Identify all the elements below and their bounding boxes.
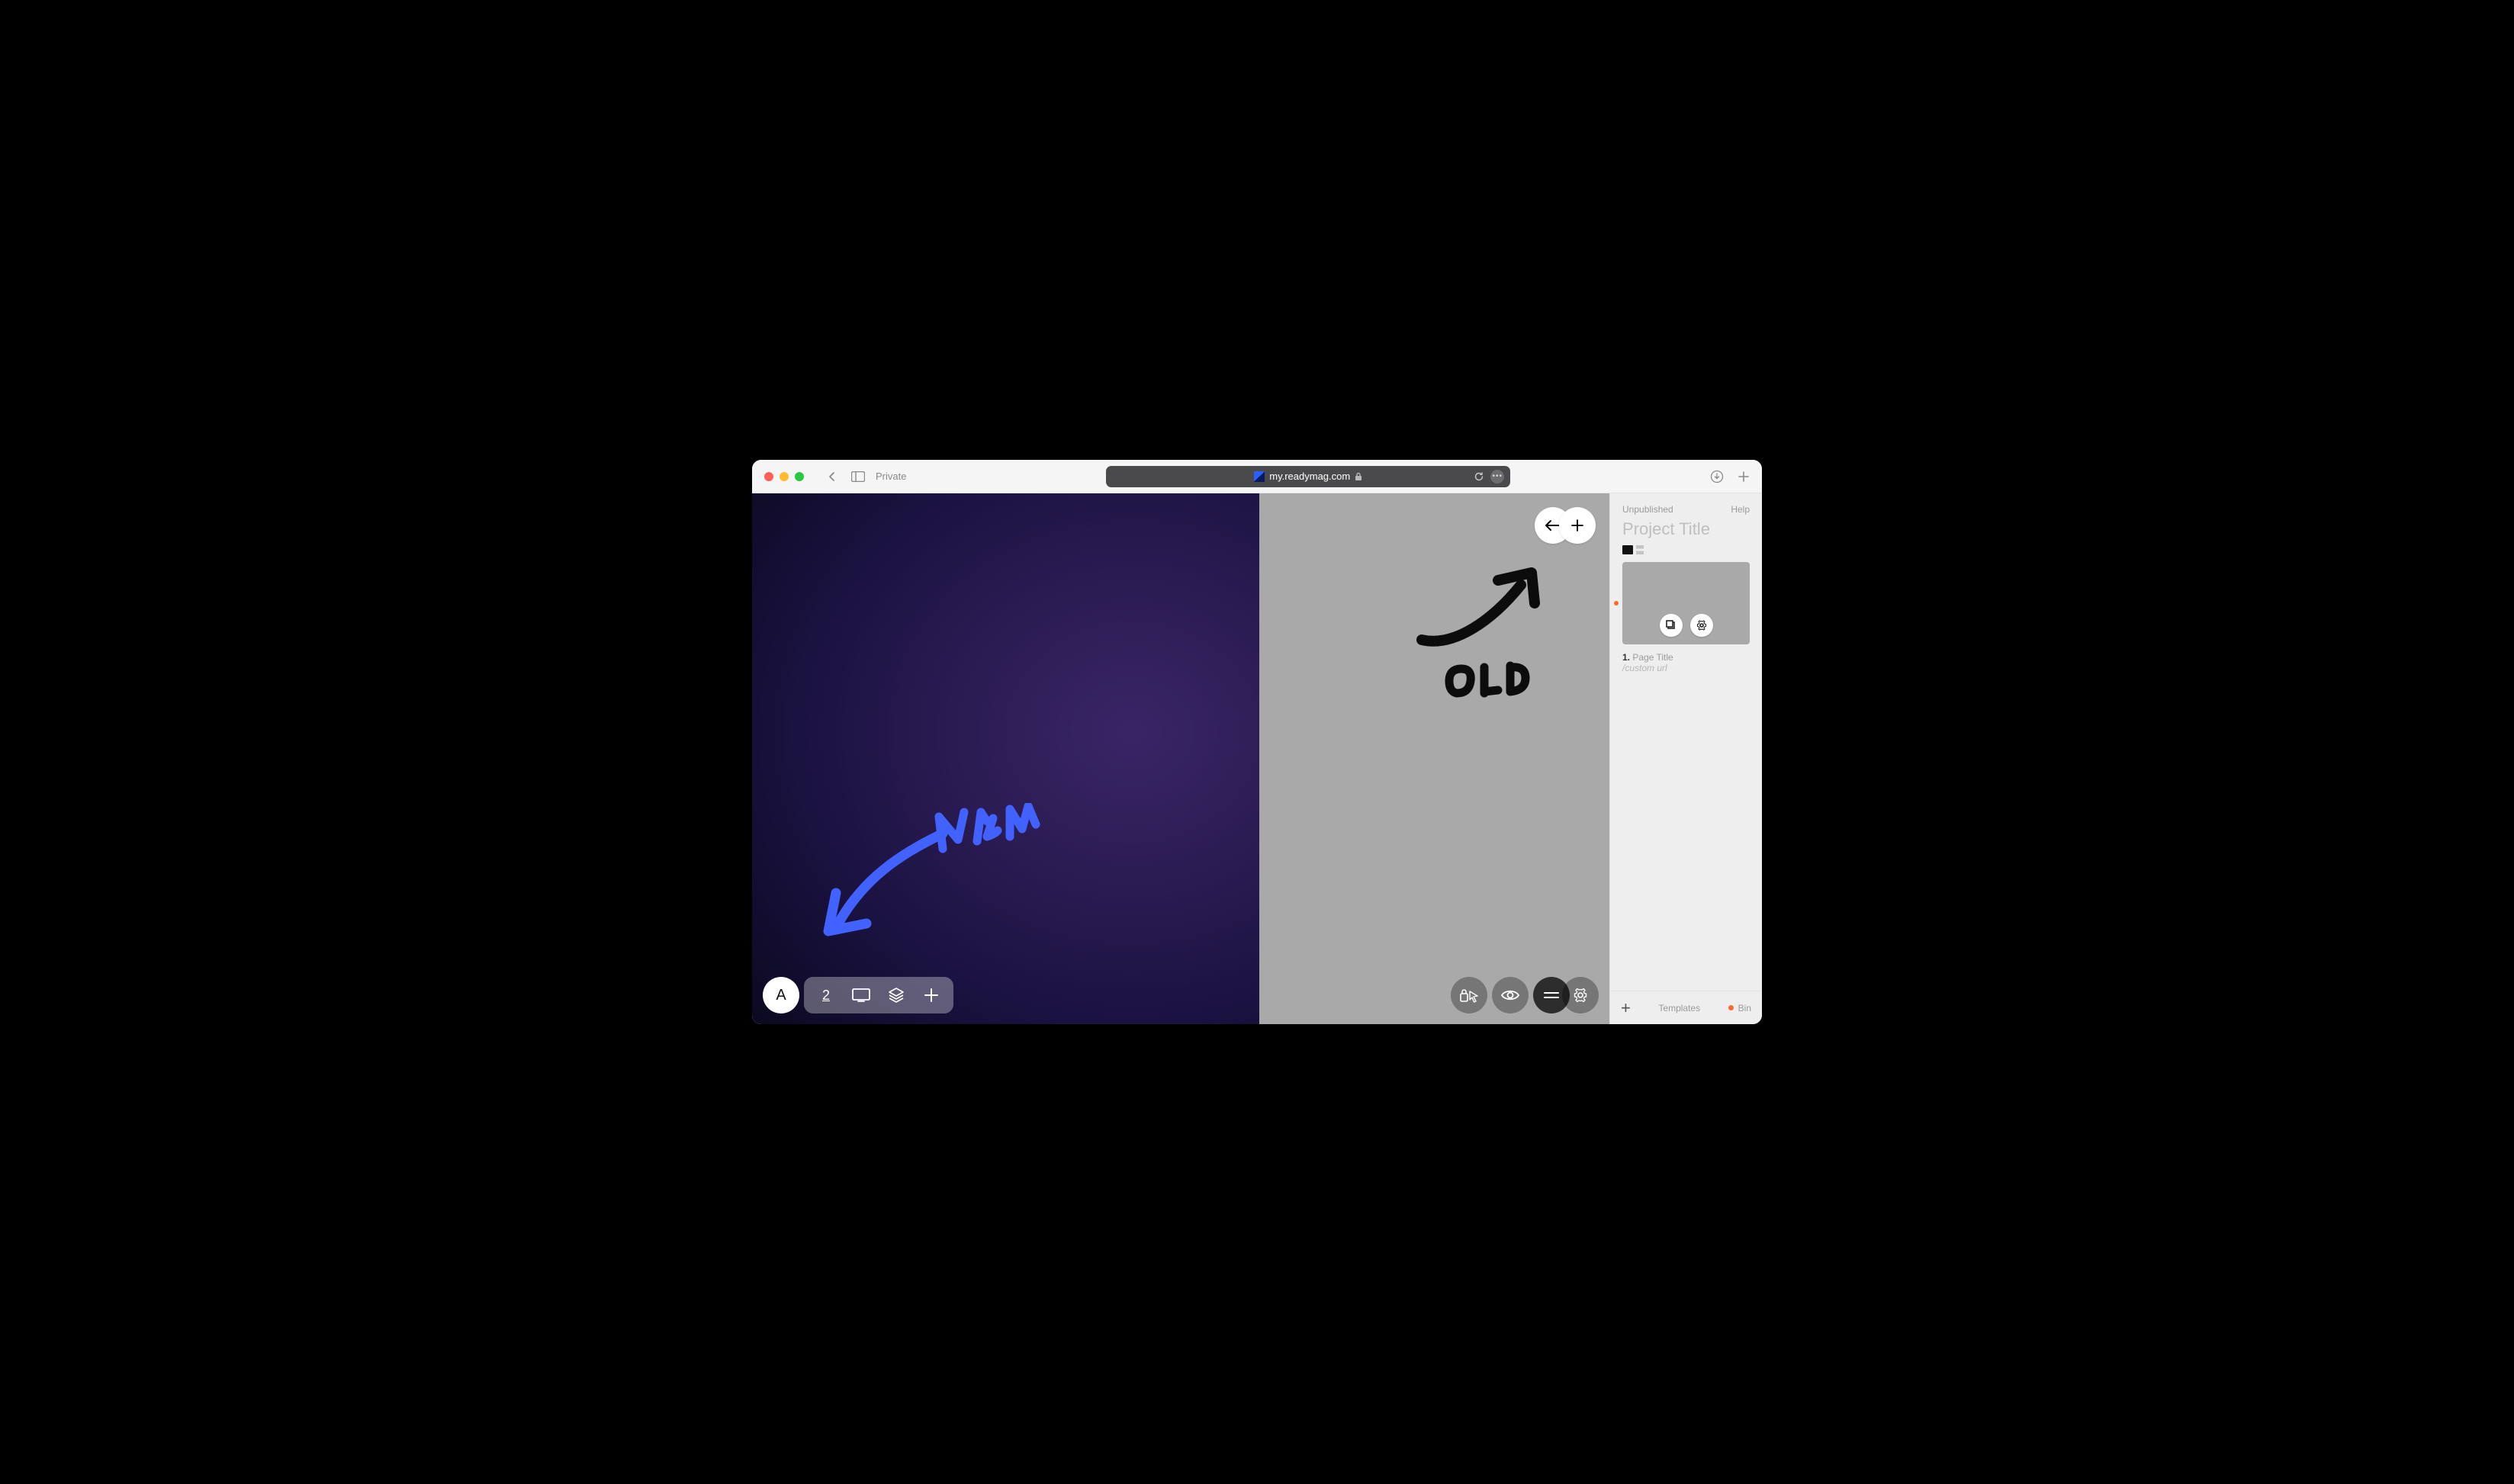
duplicate-page-button[interactable] [1660,614,1683,637]
safari-window: Private my.readymag.com ••• [752,460,1762,1024]
traffic-lights [764,472,804,481]
page-url-input[interactable]: /custom url [1622,663,1750,673]
editor-canvas[interactable]: A 2 [752,493,1609,1024]
minimize-window-button[interactable] [780,472,789,481]
bin-indicator-icon [1728,1005,1734,1010]
panel-header: Unpublished Help Project Title [1610,493,1762,562]
titlebar-right [1710,470,1750,483]
bottom-right-toolbar [1451,977,1599,1013]
canvas-left-panel [752,493,1259,1024]
lock-icon [1355,472,1362,481]
layout-toggle[interactable] [1622,545,1750,554]
private-label: Private [876,471,906,482]
active-page-indicator-icon [1614,601,1619,605]
add-page-button[interactable]: + [1621,998,1631,1018]
titlebar: Private my.readymag.com ••• [752,460,1762,493]
page-settings-button[interactable] [1690,614,1713,637]
page-thumbnail[interactable] [1622,562,1750,644]
address-bar[interactable]: my.readymag.com ••• [1106,466,1510,487]
downloads-icon[interactable] [1710,470,1724,483]
add-widget-button[interactable] [1559,507,1596,544]
address-bar-wrap: my.readymag.com ••• [915,466,1701,487]
bin-link[interactable]: Bin [1728,1003,1751,1013]
url-text: my.readymag.com [1269,471,1350,482]
back-button[interactable] [824,468,841,485]
close-window-button[interactable] [764,472,773,481]
bottom-left-tool-group: 2 [804,977,953,1013]
account-avatar[interactable]: A [763,977,799,1013]
grid-view-icon [1622,545,1633,554]
page-meta: 1. Page Title /custom url [1610,644,1762,681]
page-actions-icon[interactable]: ••• [1490,470,1504,483]
bottom-left-toolbar: A 2 [763,977,953,1013]
publish-status: Unpublished [1622,504,1673,515]
viewport-button[interactable] [844,980,879,1010]
reload-icon[interactable] [1474,471,1484,482]
right-panel: Unpublished Help Project Title [1609,493,1762,1024]
page-number: 1. [1622,652,1630,663]
templates-link[interactable]: Templates [1658,1003,1700,1013]
canvas-top-buttons [1535,507,1596,544]
settings-button[interactable] [1562,977,1599,1013]
add-element-button[interactable] [914,980,949,1010]
project-title-input[interactable]: Project Title [1622,519,1750,539]
content-area: A 2 [752,493,1762,1024]
annotation-old [1408,564,1561,708]
panel-footer: + Templates Bin [1610,991,1762,1024]
page-thumbnail-block [1610,562,1762,644]
site-favicon-icon [1254,471,1265,482]
layers-button[interactable] [879,980,914,1010]
preview-button[interactable] [1492,977,1529,1013]
zoom-window-button[interactable] [795,472,804,481]
list-view-icon [1636,545,1644,554]
lock-select-button[interactable] [1451,977,1487,1013]
sidebar-toggle-icon[interactable] [850,468,866,485]
new-tab-icon[interactable] [1738,471,1750,483]
page-title-input[interactable]: Page Title [1632,652,1673,663]
pages-button[interactable]: 2 [809,980,844,1010]
help-link[interactable]: Help [1731,504,1750,515]
